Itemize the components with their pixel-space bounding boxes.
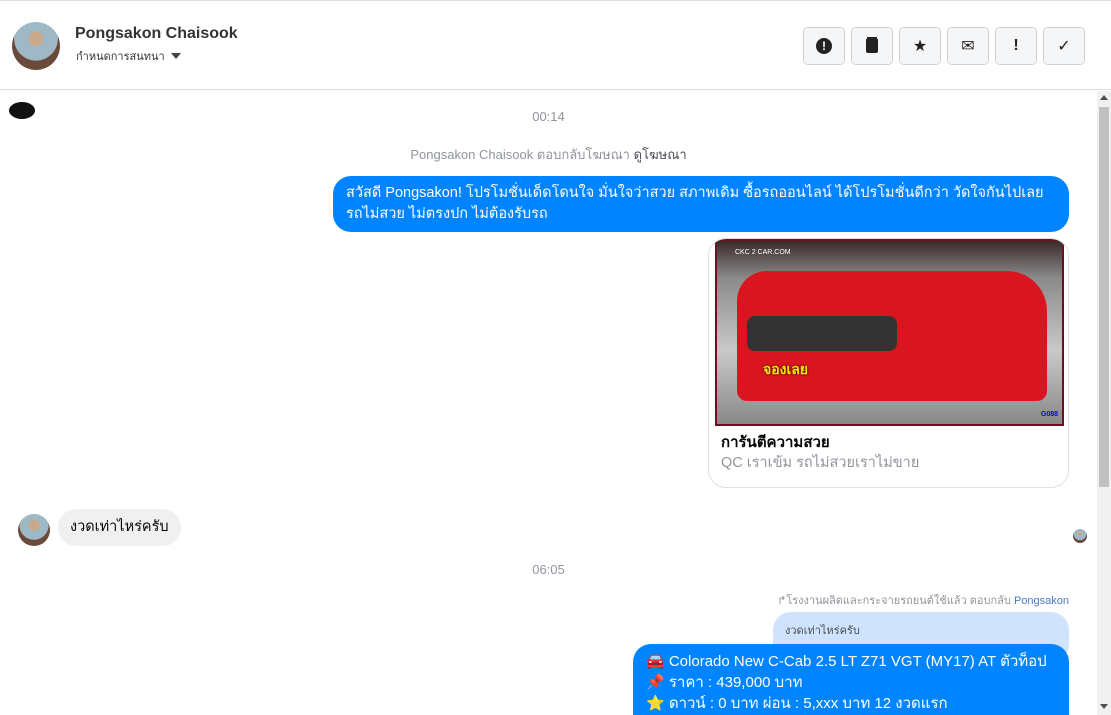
- image-logo: CKC 2 CAR.COM: [735, 249, 791, 256]
- mark-done-button[interactable]: ✓: [1043, 27, 1085, 65]
- mark-unread-button[interactable]: ✉: [947, 27, 989, 65]
- contact-avatar[interactable]: [12, 22, 60, 70]
- scroll-down-icon[interactable]: [1100, 704, 1108, 709]
- timestamp: 00:14: [532, 109, 565, 124]
- outgoing-message: สวัสดี Pongsakon! โปรโมชั่นเด็ดโดนใจ มั่…: [333, 176, 1069, 232]
- detail-line: 🚘 Colorado New C-Cab 2.5 LT Z71 VGT (MY1…: [646, 653, 1047, 670]
- scroll-thumb[interactable]: [1099, 107, 1109, 487]
- caret-down-icon: [170, 53, 181, 59]
- ad-reply-note: Pongsakon Chaisook ตอบกลับโฆษณา ดูโฆษณา: [0, 144, 1097, 165]
- scrollbar[interactable]: [1097, 91, 1111, 715]
- star-icon: ★: [912, 38, 928, 55]
- priority-button[interactable]: !: [995, 27, 1037, 65]
- outgoing-message-details: 🚘 Colorado New C-Cab 2.5 LT Z71 VGT (MY1…: [633, 644, 1069, 715]
- view-ad-link[interactable]: ดูโฆษณา: [634, 147, 687, 162]
- image-code: G088: [1040, 411, 1058, 418]
- detail-line: 📌 ราคา : 439,000 บาท: [646, 674, 803, 691]
- alert-circle-icon: !: [816, 38, 832, 54]
- envelope-icon: ✉: [961, 38, 975, 55]
- scroll-up-icon[interactable]: [1100, 95, 1108, 100]
- ad-reply-text: Pongsakon Chaisook ตอบกลับโฆษณา: [410, 147, 630, 162]
- card-subtitle: QC เราเข้ม รถไม่สวยเราไม่ขาย: [721, 455, 920, 471]
- seen-avatar: [1073, 529, 1087, 543]
- reply-note-name: Pongsakon: [1013, 595, 1069, 607]
- reply-note-text: โรงงานผลิตและกระจายรถยนต์ใช้แล้ว ตอบกลับ: [786, 595, 1011, 607]
- ad-card[interactable]: จองเลย CKC 2 CAR.COM G088 การันตีความสวย…: [708, 238, 1069, 488]
- incoming-message: งวดเท่าไหร่ครับ: [58, 509, 181, 546]
- conversation-settings-dropdown[interactable]: กำหนดการสนทนา: [76, 47, 181, 65]
- header-actions: ! ★ ✉ ! ✓: [803, 27, 1085, 65]
- reply-note: ↱โรงงานผลิตและกระจายรถยนต์ใช้แล้ว ตอบกลั…: [777, 591, 1069, 609]
- exclamation-icon: !: [1013, 37, 1019, 54]
- sender-avatar: [18, 514, 50, 546]
- delete-button[interactable]: [851, 27, 893, 65]
- conversation-settings-label: กำหนดการสนทนา: [76, 51, 165, 63]
- star-button[interactable]: ★: [899, 27, 941, 65]
- check-icon: ✓: [1057, 38, 1071, 55]
- detail-line: ⭐ ดาวน์ : 0 บาท ผ่อน : 5,xxx บาท 12 งวดแ…: [646, 695, 948, 712]
- message-thread: 00:14 Pongsakon Chaisook ตอบกลับโฆษณา ดู…: [0, 91, 1097, 715]
- conversation-header: Pongsakon Chaisook กำหนดการสนทนา ! ★ ✉ !…: [0, 0, 1111, 90]
- timestamp: 06:05: [532, 562, 565, 577]
- trash-icon: [866, 39, 878, 53]
- car-grille: [747, 316, 897, 351]
- contact-name[interactable]: Pongsakon Chaisook: [75, 25, 238, 43]
- reply-arrow-icon: ↱: [777, 595, 787, 607]
- book-now-badge: จองเลย: [763, 361, 809, 377]
- car-image: จองเลย CKC 2 CAR.COM G088: [715, 239, 1064, 426]
- report-button[interactable]: !: [803, 27, 845, 65]
